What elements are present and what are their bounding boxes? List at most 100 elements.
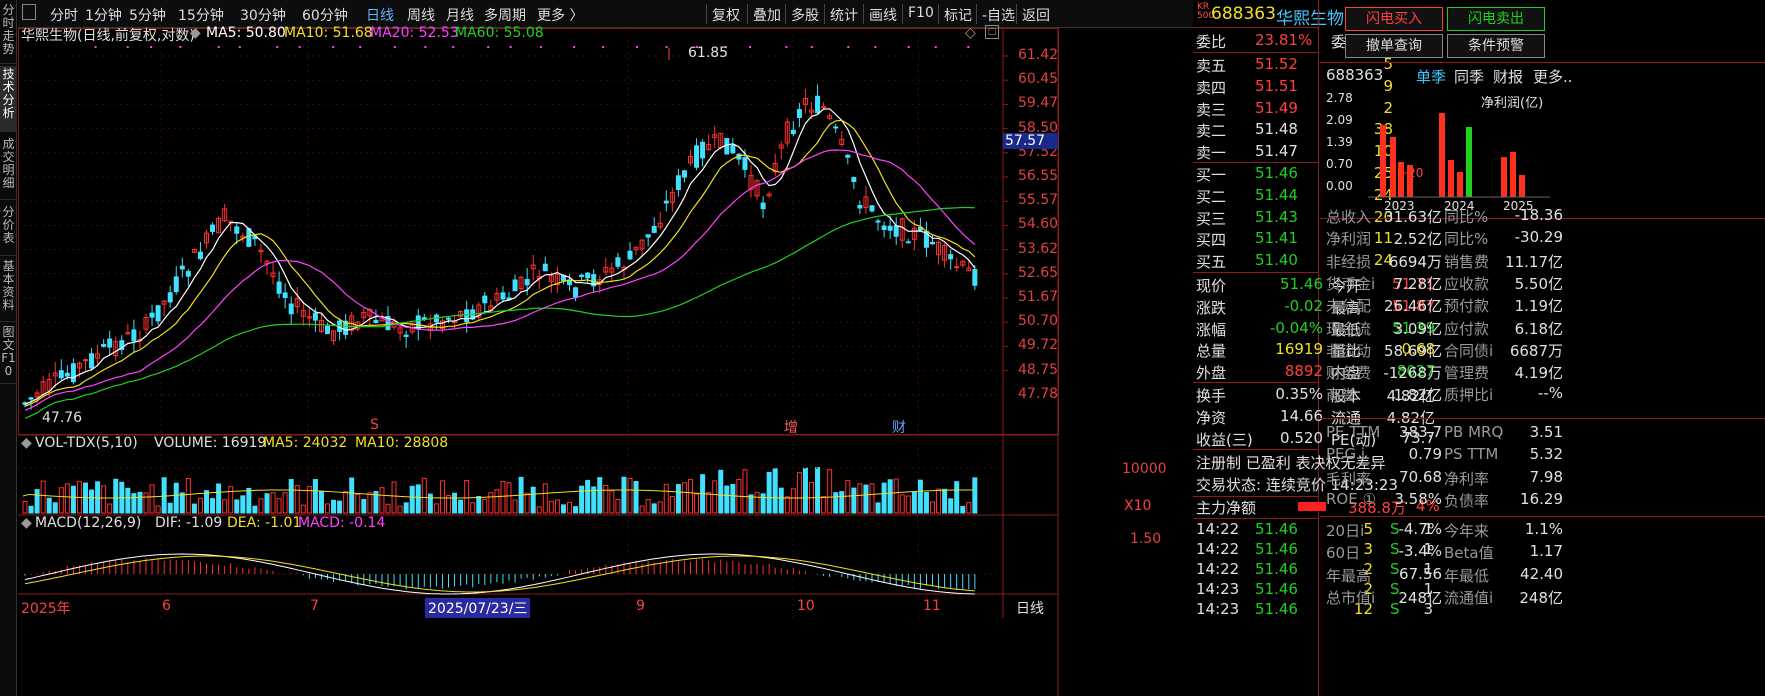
fin-bar-chart xyxy=(1368,113,1550,198)
marker-fin[interactable]: 财 xyxy=(892,417,906,437)
toolbar-button[interactable]: 返回 xyxy=(1022,5,1050,25)
fin-value: 248亿 xyxy=(1398,588,1442,607)
divider xyxy=(1320,62,1765,63)
vol-dropdown-icon[interactable]: ◆ xyxy=(21,435,32,451)
kline-chart[interactable]: 华熙生物(日线,前复权,对数) ◆ MA5: 50.80 MA10: 51.68… xyxy=(18,25,1193,696)
tab-trades[interactable]: 成交明细 xyxy=(0,136,17,200)
macd-dropdown-icon[interactable]: ◆ xyxy=(21,515,32,531)
tab-fundamentals[interactable]: 基本资料 xyxy=(0,258,17,322)
current-price-tag: 57.57 xyxy=(1003,133,1058,149)
toolbar-button[interactable]: 叠加 xyxy=(753,5,781,25)
toolbar-item[interactable]: 周线 xyxy=(407,5,435,25)
tab-technical[interactable]: 技术分析 xyxy=(0,66,17,132)
vol-unit: X10 xyxy=(1124,498,1152,514)
toolbar-button[interactable]: 多股 xyxy=(791,5,819,25)
ask-label: 卖三 xyxy=(1196,100,1227,119)
fin-bar xyxy=(1380,125,1386,197)
fin-bar xyxy=(1519,175,1525,197)
fin-tab[interactable]: 财报 xyxy=(1493,66,1523,87)
candle xyxy=(125,332,131,335)
signal-dot xyxy=(332,46,335,48)
macd-tick: 1.50 xyxy=(1130,531,1162,547)
candle xyxy=(930,241,935,245)
toolbar-item[interactable]: 15分钟 xyxy=(178,5,224,25)
toolbar-item[interactable]: 更多 〉 xyxy=(537,5,583,25)
ma-dropdown-icon[interactable]: ◆ xyxy=(190,25,201,41)
signal-dot xyxy=(874,46,877,48)
fin-value: 67.56 xyxy=(1399,564,1442,583)
toolbar-item[interactable]: 月线 xyxy=(446,5,474,25)
volume-bar xyxy=(893,478,899,514)
volume-bar xyxy=(161,477,167,514)
fin-value: 58.69亿 xyxy=(1384,341,1442,360)
candle xyxy=(905,241,911,244)
fin-value: 4.19亿 xyxy=(1514,364,1563,383)
fin-tab[interactable]: 同季 xyxy=(1454,66,1484,87)
candle xyxy=(107,338,113,348)
fin-value: 16.29 xyxy=(1520,489,1563,508)
fin-label: 总收入 xyxy=(1326,208,1372,226)
candle xyxy=(482,295,488,304)
cancel-query-button[interactable]: 撤单查询 xyxy=(1345,34,1443,58)
tab-price-table[interactable]: 分价表 xyxy=(0,204,17,256)
menu-icon[interactable] xyxy=(22,4,36,20)
candle xyxy=(675,175,681,191)
fin-value: 3.09亿 xyxy=(1393,319,1442,338)
marker-add[interactable]: 增 xyxy=(784,417,798,437)
tab-timeshare[interactable]: 分时走势 xyxy=(0,2,17,64)
toolbar-item[interactable]: 30分钟 xyxy=(240,5,286,25)
fin-value: 0.79 xyxy=(1408,445,1442,464)
volume-bar xyxy=(361,499,367,514)
toolbar-item[interactable]: 日线 xyxy=(366,5,394,25)
window-icon[interactable]: □ xyxy=(985,25,999,39)
bid-price: 51.41 xyxy=(1255,229,1298,248)
volume-bar xyxy=(712,480,718,514)
fin-value: 7.98 xyxy=(1529,467,1563,486)
fin-tab[interactable]: 更多.. xyxy=(1533,66,1573,87)
toolbar-separator xyxy=(902,4,903,24)
volume-bar xyxy=(869,483,875,514)
toolbar-button[interactable]: 画线 xyxy=(869,5,897,25)
xaxis-label: 6 xyxy=(162,598,171,614)
candle xyxy=(28,397,34,400)
toolbar-item[interactable]: 60分钟 xyxy=(302,5,348,25)
toolbar-item[interactable]: 5分钟 xyxy=(129,5,166,25)
tab-f10[interactable]: 图文F10 xyxy=(0,324,17,384)
fin-label: 同比% xyxy=(1444,230,1489,249)
volume-bar xyxy=(887,479,893,514)
toolbar-button[interactable]: F10 xyxy=(908,5,934,21)
diamond-icon[interactable]: ◇ xyxy=(965,25,976,41)
signal-dot xyxy=(487,46,490,48)
toolbar-button[interactable]: 标记 xyxy=(944,5,972,25)
fin-label: PB MRQ xyxy=(1444,423,1504,441)
toolbar-button[interactable]: 统计 xyxy=(830,5,858,25)
volume-bar xyxy=(482,498,488,514)
fin-tab[interactable]: 单季 xyxy=(1416,66,1446,87)
volume-bar xyxy=(288,479,294,514)
toolbar-item[interactable]: 多周期 xyxy=(484,5,526,25)
volume-bar xyxy=(300,504,306,514)
toolbar-item[interactable]: 分时 xyxy=(50,5,78,25)
volume-bar xyxy=(58,487,64,514)
fin-value: 2.52亿 xyxy=(1393,230,1442,249)
toolbar-button[interactable]: -自选 xyxy=(982,5,1015,25)
fin-label: 现金流 xyxy=(1326,319,1372,338)
period-label[interactable]: 日线 xyxy=(1016,598,1044,618)
fin-bar xyxy=(1407,165,1413,197)
y-tick-label: 52.65 xyxy=(1018,264,1059,281)
flash-sell-button[interactable]: 闪电卖出 xyxy=(1447,7,1545,31)
fin-label: 年最低 xyxy=(1444,566,1490,585)
volume-bar xyxy=(542,483,548,514)
toolbar-button[interactable]: 复权 xyxy=(712,5,740,25)
volume-bar xyxy=(113,478,119,514)
volume-bar xyxy=(464,480,470,514)
volume-bar xyxy=(349,477,355,514)
y-tick-label: 60.45 xyxy=(1018,71,1059,88)
volume-bar xyxy=(173,482,179,514)
flash-buy-button[interactable]: 闪电买入 xyxy=(1345,7,1443,31)
fin-label: 财务费 xyxy=(1326,364,1372,383)
condition-alert-button[interactable]: 条件预警 xyxy=(1447,34,1545,58)
ask-price: 51.48 xyxy=(1255,120,1298,139)
marker-s[interactable]: S xyxy=(370,417,379,433)
toolbar-item[interactable]: 1分钟 xyxy=(85,5,122,25)
